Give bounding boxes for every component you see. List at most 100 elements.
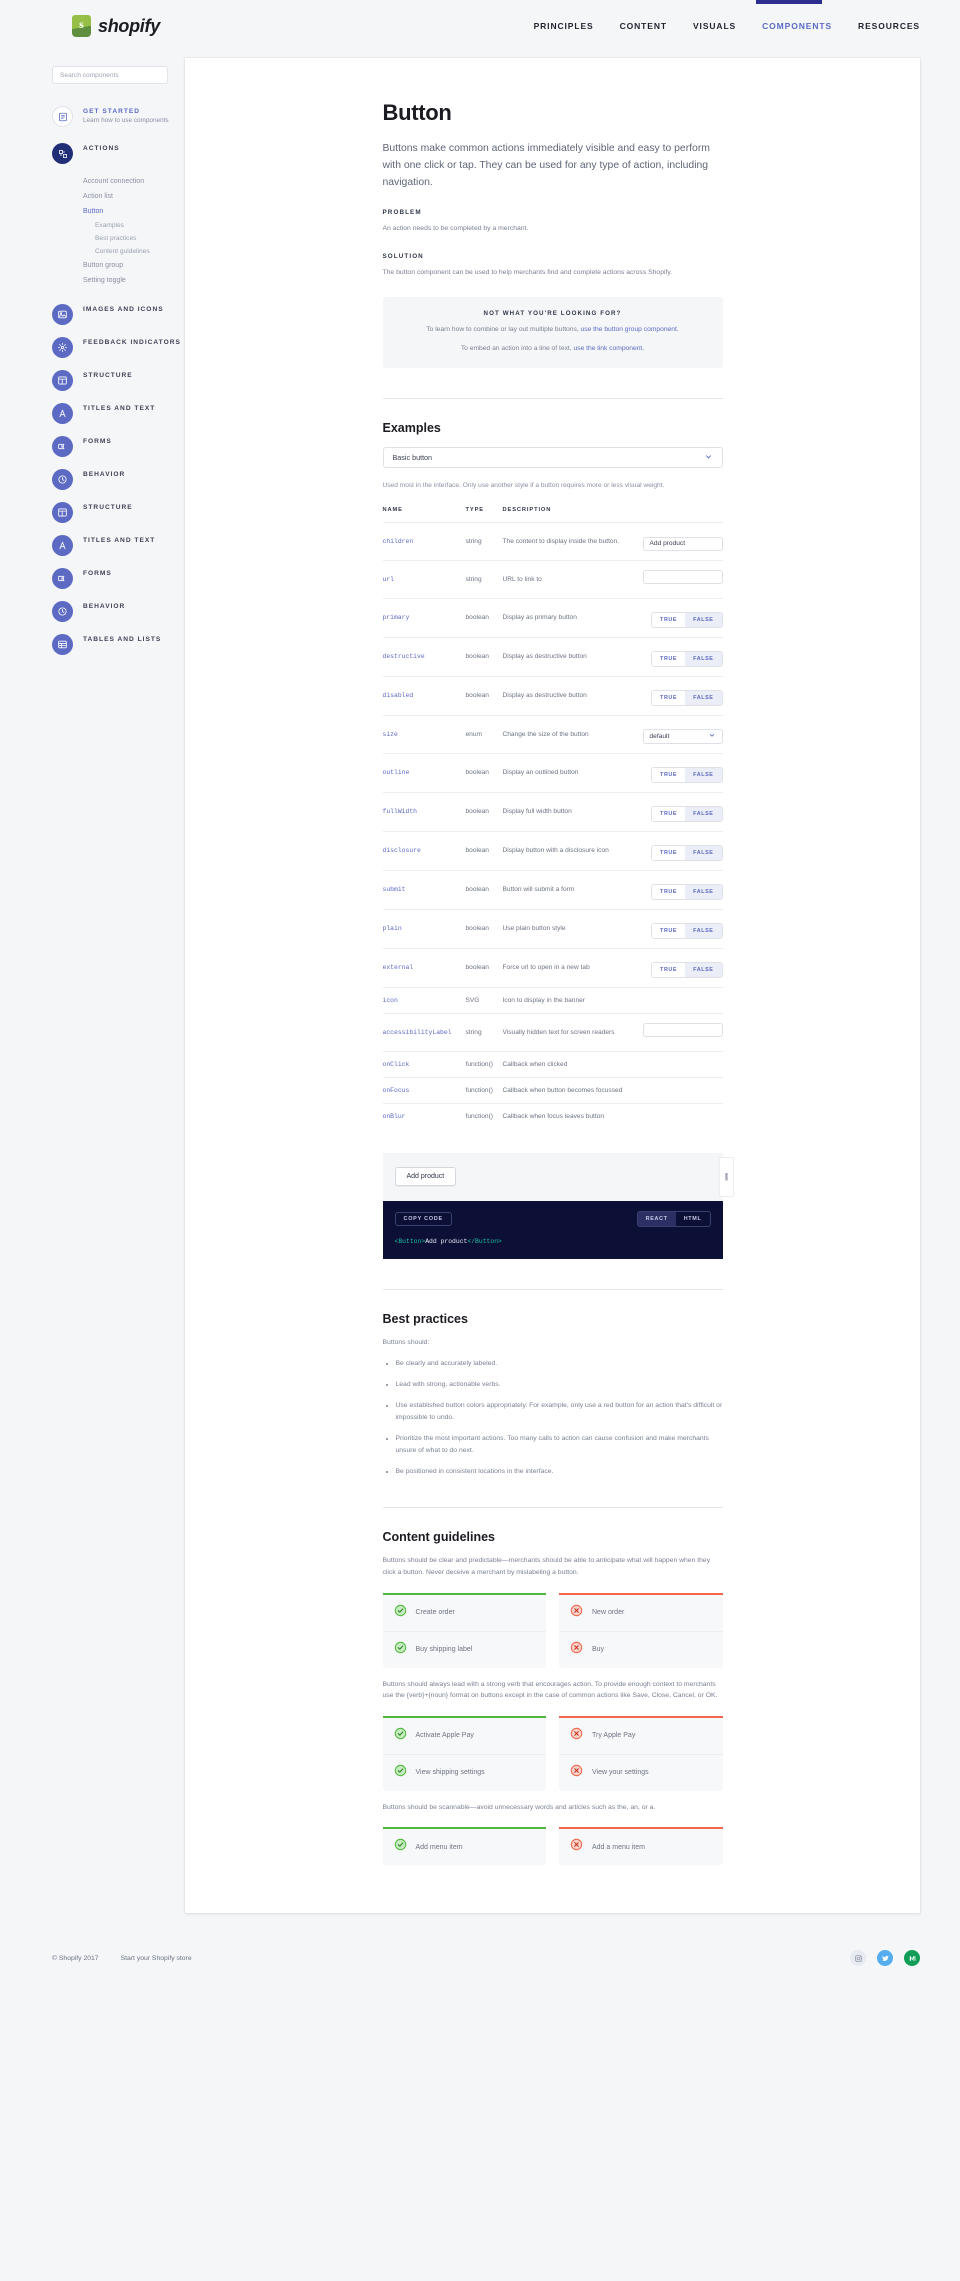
sidebar-item-button-group[interactable]: Button group [83, 258, 185, 273]
sidebar-group-label: BEHAVIOR [83, 471, 126, 478]
prop-input-url[interactable] [642, 569, 723, 584]
toggle-false[interactable]: FALSE [685, 806, 722, 821]
do-dont-row-3: Add menu item Add a menu item [382, 1827, 723, 1866]
sidebar-group-actions[interactable]: ACTIONS [52, 143, 185, 164]
prop-input-children[interactable]: Add product [642, 536, 723, 551]
divider [382, 397, 723, 399]
toggle-false[interactable]: FALSE [685, 923, 722, 938]
preview-resize-handle[interactable]: || [718, 1156, 734, 1197]
dont-card: Try Apple Pay View your settings [559, 1715, 723, 1791]
sidebar-item-button[interactable]: Button [83, 204, 185, 219]
list-item: Lead with strong, actionable verbs. [396, 1379, 723, 1391]
properties-table: NAME TYPE DESCRIPTION children string The co… [382, 507, 723, 1129]
toggle-true[interactable]: TRUE [652, 806, 686, 821]
prop-input-accessibilityLabel[interactable] [642, 1022, 723, 1037]
prop-toggle-outline[interactable]: TRUE FALSE [651, 766, 723, 783]
nav-item-components[interactable]: COMPONENTS [762, 21, 832, 31]
toggle-false[interactable]: FALSE [685, 767, 722, 782]
sidebar-item-setting-toggle[interactable]: Setting toggle [83, 273, 185, 288]
table-row: size enum Change the size of the button def… [382, 714, 723, 754]
dont-item: New order [559, 1595, 723, 1631]
toggle-true[interactable]: TRUE [652, 923, 686, 938]
instagram-icon[interactable] [850, 1950, 866, 1967]
prop-name: icon [382, 986, 466, 1014]
prop-toggle-destructive[interactable]: TRUE FALSE [651, 650, 723, 667]
toggle-true[interactable]: TRUE [652, 845, 686, 860]
typography-icon [52, 403, 73, 424]
toggle-false[interactable]: FALSE [685, 612, 722, 627]
prop-toggle-fullWidth[interactable]: TRUE FALSE [651, 805, 723, 822]
prop-toggle-submit[interactable]: TRUE FALSE [651, 883, 723, 900]
sidebar-group-label: BEHAVIOR [83, 603, 126, 610]
toggle-true[interactable]: TRUE [652, 767, 686, 782]
prop-name: external [382, 947, 466, 988]
code-lang-html[interactable]: HTML [676, 1212, 710, 1226]
nav-item-visuals[interactable]: VISUALS [693, 21, 736, 31]
cross-circle-icon [570, 1838, 583, 1856]
toggle-true[interactable]: TRUE [652, 690, 686, 705]
sidebar-group-feedback-indicators[interactable]: FEEDBACK INDICATORS [52, 337, 185, 358]
toggle-false[interactable]: FALSE [685, 651, 722, 666]
sidebar-group-forms[interactable]: FORMS [52, 568, 185, 589]
nav-item-content[interactable]: CONTENT [620, 21, 667, 31]
sidebar-group-behavior[interactable]: BEHAVIOR [52, 469, 185, 490]
dont-item-label: Try Apple Pay [592, 1732, 636, 1740]
toggle-true[interactable]: TRUE [652, 612, 686, 627]
toggle-false[interactable]: FALSE [685, 962, 722, 977]
sidebar-group-titles-and-text[interactable]: TITLES AND TEXT [52, 535, 185, 556]
prop-toggle-disclosure[interactable]: TRUE FALSE [651, 844, 723, 861]
start-store-link[interactable]: Start your Shopify store [121, 1955, 192, 1962]
prop-toggle-external[interactable]: TRUE FALSE [651, 961, 723, 978]
prop-type: function() [465, 1050, 503, 1078]
do-item-label: Add menu item [415, 1843, 463, 1851]
toggle-false[interactable]: FALSE [685, 845, 722, 860]
sidebar-item-get-started[interactable]: GET STARTED Learn how to use components [52, 106, 185, 127]
preview-add-product-button[interactable]: Add product [394, 1167, 457, 1187]
button-group-link[interactable]: use the button group component. [581, 326, 679, 333]
search-input[interactable]: Search components [52, 66, 168, 84]
callout-line-1-text: To learn how to combine or lay out multi… [426, 326, 581, 334]
table-column-control [638, 507, 723, 523]
sidebar-subitem-examples[interactable]: Examples [83, 219, 185, 232]
sidebar-group-tables-and-lists[interactable]: TABLES AND LISTS [52, 634, 185, 655]
table-row: accessibilityLabel string Visually hidden … [382, 1012, 723, 1052]
table-row: disabled boolean Display as destructive bu… [382, 675, 723, 716]
sidebar-group-images-and-icons[interactable]: IMAGES AND ICONS [52, 304, 185, 325]
toggle-true[interactable]: TRUE [652, 962, 686, 977]
toggle-true[interactable]: TRUE [652, 884, 686, 899]
twitter-icon[interactable] [877, 1950, 893, 1967]
dont-card: New order Buy [559, 1592, 723, 1668]
prop-name: onFocus [382, 1076, 466, 1104]
prop-description: Display an outlined button [502, 752, 638, 793]
sidebar-group-titles-and-text[interactable]: TITLES AND TEXT [52, 403, 185, 424]
code-language-toggle[interactable]: REACT HTML [636, 1210, 711, 1227]
sidebar-subitem-content-guidelines[interactable]: Content guidelines [83, 245, 185, 258]
shopify-logo[interactable]: shopify [72, 15, 160, 37]
toggle-false[interactable]: FALSE [685, 884, 722, 899]
example-variant-select[interactable]: Basic button [382, 446, 723, 468]
medium-icon[interactable] [904, 1950, 920, 1967]
toggle-false[interactable]: FALSE [685, 690, 722, 705]
chevron-down-icon [704, 452, 713, 463]
code-lang-react[interactable]: REACT [637, 1211, 676, 1226]
sidebar-item-account-connection[interactable]: Account connection [83, 174, 185, 189]
link-component-link[interactable]: use the link component. [574, 345, 645, 352]
prop-toggle-primary[interactable]: TRUE FALSE [651, 611, 723, 628]
table-row: icon SVG Icon to display in the banner [382, 986, 723, 1014]
prop-toggle-disabled[interactable]: TRUE FALSE [651, 689, 723, 706]
table-header-row: NAME TYPE DESCRIPTION [383, 507, 723, 523]
sidebar-item-action-list[interactable]: Action list [83, 189, 185, 204]
nav-item-principles[interactable]: PRINCIPLES [534, 21, 594, 31]
copy-code-button[interactable]: COPY CODE [394, 1211, 452, 1226]
prop-toggle-plain[interactable]: TRUE FALSE [651, 922, 723, 939]
sidebar-group-structure[interactable]: STRUCTURE [52, 502, 185, 523]
toggle-true[interactable]: TRUE [652, 651, 686, 666]
sidebar-group-forms[interactable]: FORMS [52, 436, 185, 457]
nav-item-resources[interactable]: RESOURCES [858, 21, 920, 31]
sidebar-subitem-best-practices[interactable]: Best practices [83, 232, 185, 245]
prop-description: Icon to display in the banner [502, 986, 638, 1014]
prop-description: Force url to open in a new tab [502, 947, 638, 988]
prop-select-size[interactable]: default [642, 728, 723, 744]
sidebar-group-behavior[interactable]: BEHAVIOR [52, 601, 185, 622]
sidebar-group-structure[interactable]: STRUCTURE [52, 370, 185, 391]
